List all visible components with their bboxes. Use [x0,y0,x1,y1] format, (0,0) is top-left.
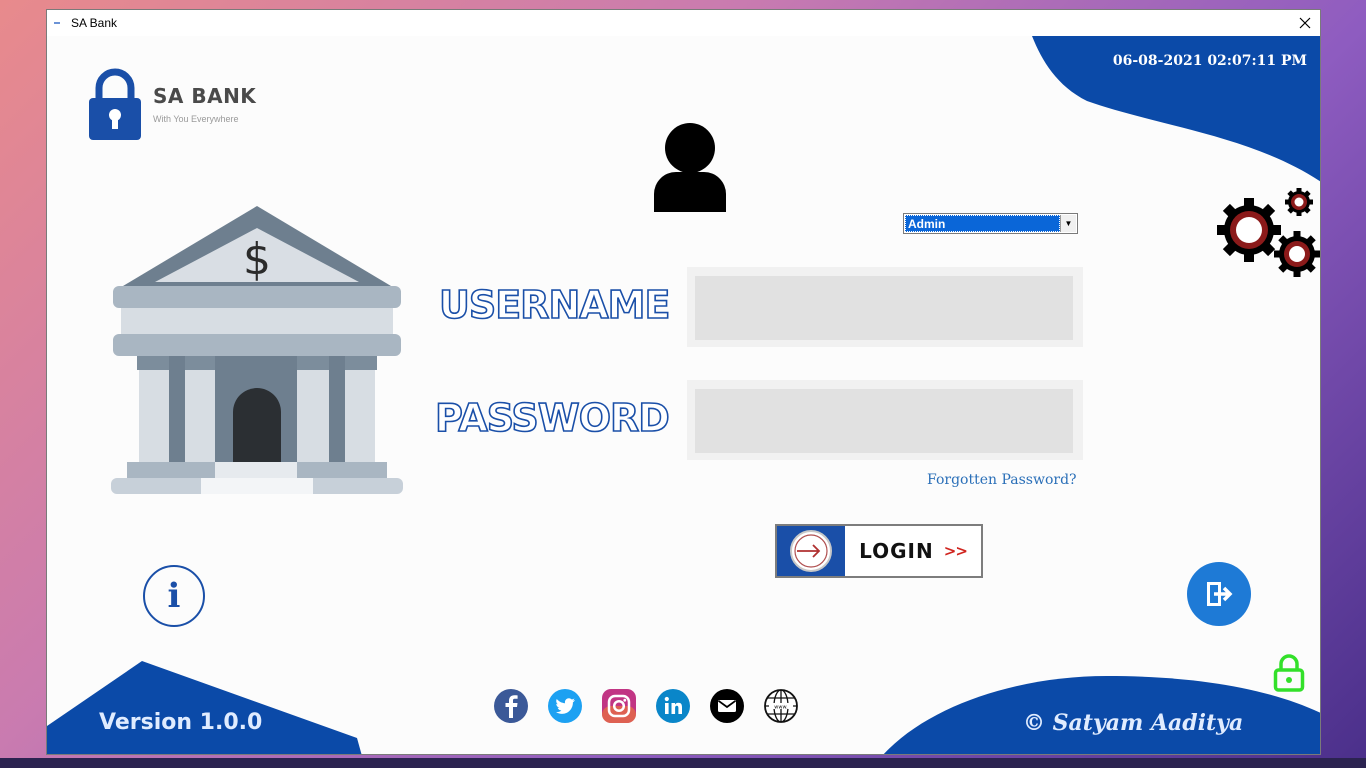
close-icon [1299,17,1311,29]
linkedin-icon[interactable] [655,688,691,724]
app-title-icon [54,22,60,24]
login-button[interactable]: LOGIN >> [775,524,983,578]
username-label: USERNAME [438,282,671,328]
settings-gears-icon[interactable] [1217,186,1320,278]
logo-name: SA BANK [153,84,257,108]
website-icon[interactable]: www. [763,688,799,724]
info-icon: i [167,576,181,616]
info-button[interactable]: i [143,565,205,627]
user-avatar-icon [654,123,726,212]
password-input[interactable] [695,389,1073,453]
datetime-display: 06-08-2021 02:07:11 PM [1112,53,1307,69]
padlock-icon [89,68,141,140]
username-field-frame [687,267,1083,347]
login-arrow-circle-icon [790,530,832,572]
login-screen: 06-08-2021 02:07:11 PM SA BANK With You … [47,36,1320,754]
svg-text:www.: www. [774,704,788,710]
instagram-icon[interactable] [601,688,637,724]
logo-tagline: With You Everywhere [153,114,239,124]
forgot-password-link[interactable]: Forgotten Password? [927,472,1077,488]
social-links: www. [493,688,817,724]
username-input[interactable] [695,276,1073,340]
exit-button[interactable] [1187,562,1251,626]
corner-decoration-bottom-left [47,661,362,754]
login-button-label: LOGIN [859,539,934,563]
role-selected-value: Admin [905,215,1060,232]
password-label: PASSWORD [434,395,670,441]
unlock-icon[interactable] [1273,653,1305,693]
email-icon[interactable] [709,688,745,724]
bank-logo: SA BANK With You Everywhere [87,68,256,140]
dropdown-arrow-icon[interactable]: ▼ [1060,215,1076,232]
bank-building-icon: $ [111,206,403,494]
role-dropdown[interactable]: Admin ▼ [903,213,1078,234]
version-label: Version 1.0.0 [99,710,263,735]
app-window: SA Bank 06-08-2021 02:07:11 PM SA BANK W… [46,9,1321,755]
login-arrows: >> [943,542,968,560]
exit-icon [1207,582,1233,606]
close-button[interactable] [1290,10,1320,36]
copyright-label: © Satyam Aaditya [1023,710,1244,736]
password-field-frame [687,380,1083,460]
corner-decoration-bottom-right [883,676,1320,754]
dollar-sign: $ [243,234,271,285]
facebook-icon[interactable] [493,688,529,724]
titlebar: SA Bank [47,10,1320,36]
login-button-icon-panel [777,526,845,576]
taskbar-strip [0,758,1366,768]
twitter-icon[interactable] [547,688,583,724]
window-title: SA Bank [71,16,118,30]
